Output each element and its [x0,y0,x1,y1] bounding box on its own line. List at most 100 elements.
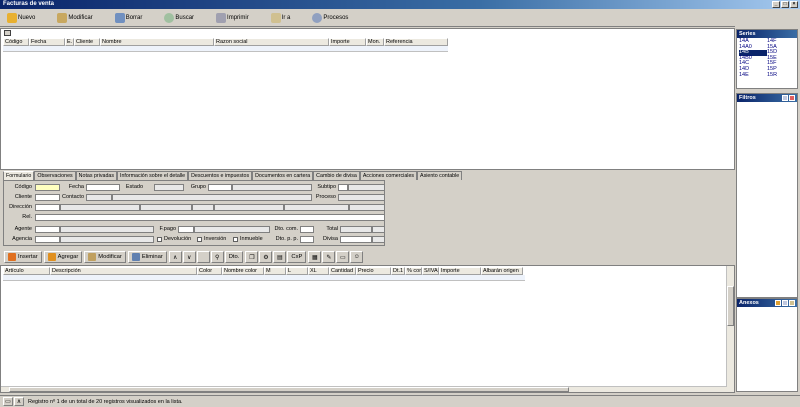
series-item[interactable]: 15R [767,72,795,79]
print-line-button[interactable]: ▭ [336,251,350,263]
borrar-button[interactable]: Borrar [111,11,147,26]
direccion-field[interactable] [60,204,140,211]
tab-info-detalle[interactable]: Información sobre el detalle [117,171,189,180]
col-m[interactable]: M [264,267,286,275]
filter-clear-icon[interactable] [789,95,795,101]
insertar-button[interactable]: Insertar [4,251,42,263]
col-siva[interactable]: S/IVA [422,267,439,275]
total-field[interactable] [340,226,372,233]
document-button[interactable]: ▤ [273,251,287,263]
subtipo-code-field[interactable] [338,184,348,191]
copy-button[interactable]: ❐ [245,251,259,263]
direccion-extra-field[interactable] [349,204,385,211]
subtipo-name-field[interactable] [348,184,385,191]
vertical-scrollbar[interactable] [726,266,734,392]
col-cliente[interactable]: Cliente [74,38,100,46]
chevron-up-icon[interactable]: ∧ [14,397,24,406]
dto-com-field[interactable] [300,226,314,233]
col-estado[interactable]: E. [65,38,74,46]
col-l[interactable]: L [286,267,308,275]
minimize-button[interactable]: _ [772,1,780,8]
eliminar-button[interactable]: Eliminar [127,251,167,263]
col-precio[interactable]: Precio [356,267,391,275]
col-referencia[interactable]: Referencia [384,38,448,46]
inversion-checkbox[interactable] [197,237,202,242]
tab-descuentos[interactable]: Descuentos e impuestos [188,171,253,180]
tab-observaciones[interactable]: Observaciones [34,171,76,180]
settings-button[interactable]: ⚙ [259,251,273,263]
nuevo-button[interactable]: Nuevo [3,11,39,26]
cxp-button[interactable]: CxP [287,251,307,263]
horizontal-scroll-thumb[interactable] [9,387,569,392]
ir-a-button[interactable]: Ir a [267,11,295,26]
col-nombre-color[interactable]: Nombre color [222,267,264,275]
agente-name-field[interactable] [60,226,154,233]
agregar-button[interactable]: Agregar [43,251,83,263]
move-up-button[interactable]: ∧ [168,251,182,263]
grid-button[interactable]: ▦ [308,251,322,263]
move-down-button[interactable]: ∨ [182,251,196,263]
codigo-field[interactable] [35,184,60,191]
imprimir-button[interactable]: Imprimir [212,11,253,26]
maximize-button[interactable]: □ [781,1,789,8]
cliente-name-field[interactable] [112,194,312,201]
grupo-code-field[interactable] [208,184,232,191]
filter-edit-icon[interactable] [782,95,788,101]
direccion-code-field[interactable] [35,204,60,211]
inmueble-checkbox[interactable] [233,237,238,242]
monitor-icon[interactable]: ▭ [3,397,13,406]
agencia-name-field[interactable] [60,236,154,243]
view-attachment-icon[interactable] [782,300,788,306]
buscar-button[interactable]: Buscar [160,11,198,26]
col-nombre[interactable]: Nombre [100,38,214,46]
small-window-icon[interactable] [4,30,11,36]
estado-field[interactable] [154,184,184,191]
direccion-city-field[interactable] [140,204,192,211]
agencia-code-field[interactable] [35,236,60,243]
col-razon-social[interactable]: Razon social [214,38,329,46]
col-importe[interactable]: Importe [329,38,366,46]
col-dto1[interactable]: Dt.1 [391,267,405,275]
proceso-field[interactable] [338,194,385,201]
fecha-field[interactable] [86,184,120,191]
grupo-name-field[interactable] [232,184,312,191]
col-cantidad[interactable]: Cantidad [329,267,356,275]
col-fecha[interactable]: Fecha [29,38,65,46]
total-currency-field[interactable] [372,226,385,233]
col-color[interactable]: Color [197,267,222,275]
direccion-country-field[interactable] [284,204,349,211]
close-button[interactable]: × [790,1,798,8]
folder-icon[interactable] [789,300,795,306]
divisa-field[interactable] [340,236,372,243]
horizontal-scrollbar[interactable] [1,386,727,392]
search-line-button[interactable]: ⚲ [210,251,224,263]
series-item[interactable]: 14E [739,72,767,79]
tab-documentos-cartera[interactable]: Documentos en cartera [252,171,314,180]
col-xl[interactable]: XL [308,267,329,275]
tab-cambio-divisa[interactable]: Cambio de divisa [313,171,360,180]
tools-button[interactable]: ✎ [322,251,336,263]
procesos-button[interactable]: Procesos [308,11,352,26]
tab-formulario[interactable]: Formulario [3,171,35,180]
col-descripcion[interactable]: Descripción [50,267,197,275]
divisa-rate-field[interactable] [372,236,385,243]
vertical-scroll-thumb[interactable] [727,286,734,326]
fpago-name-field[interactable] [194,226,270,233]
table-row[interactable] [3,275,525,281]
user-button[interactable]: ☺ [350,251,364,263]
fpago-code-field[interactable] [178,226,194,233]
tab-notas-privadas[interactable]: Notas privadas [75,171,118,180]
col-articulo[interactable]: Artículo [3,267,50,275]
col-albaran-origen[interactable]: Albarán origen [481,267,523,275]
tab-acciones-comerciales[interactable]: Acciones comerciales [359,171,418,180]
blank-button[interactable] [196,251,210,263]
contacto-field[interactable] [86,194,112,201]
modificar-linea-button[interactable]: Modificar [84,251,126,263]
col-codigo[interactable]: Código [3,38,29,46]
devolucion-checkbox[interactable] [157,237,162,242]
agente-code-field[interactable] [35,226,60,233]
modificar-button[interactable]: Modificar [53,11,96,26]
tab-asiento-contable[interactable]: Asiento contable [417,171,463,180]
col-moneda[interactable]: Mon. [366,38,384,46]
dto-button[interactable]: Dto. [224,251,244,263]
